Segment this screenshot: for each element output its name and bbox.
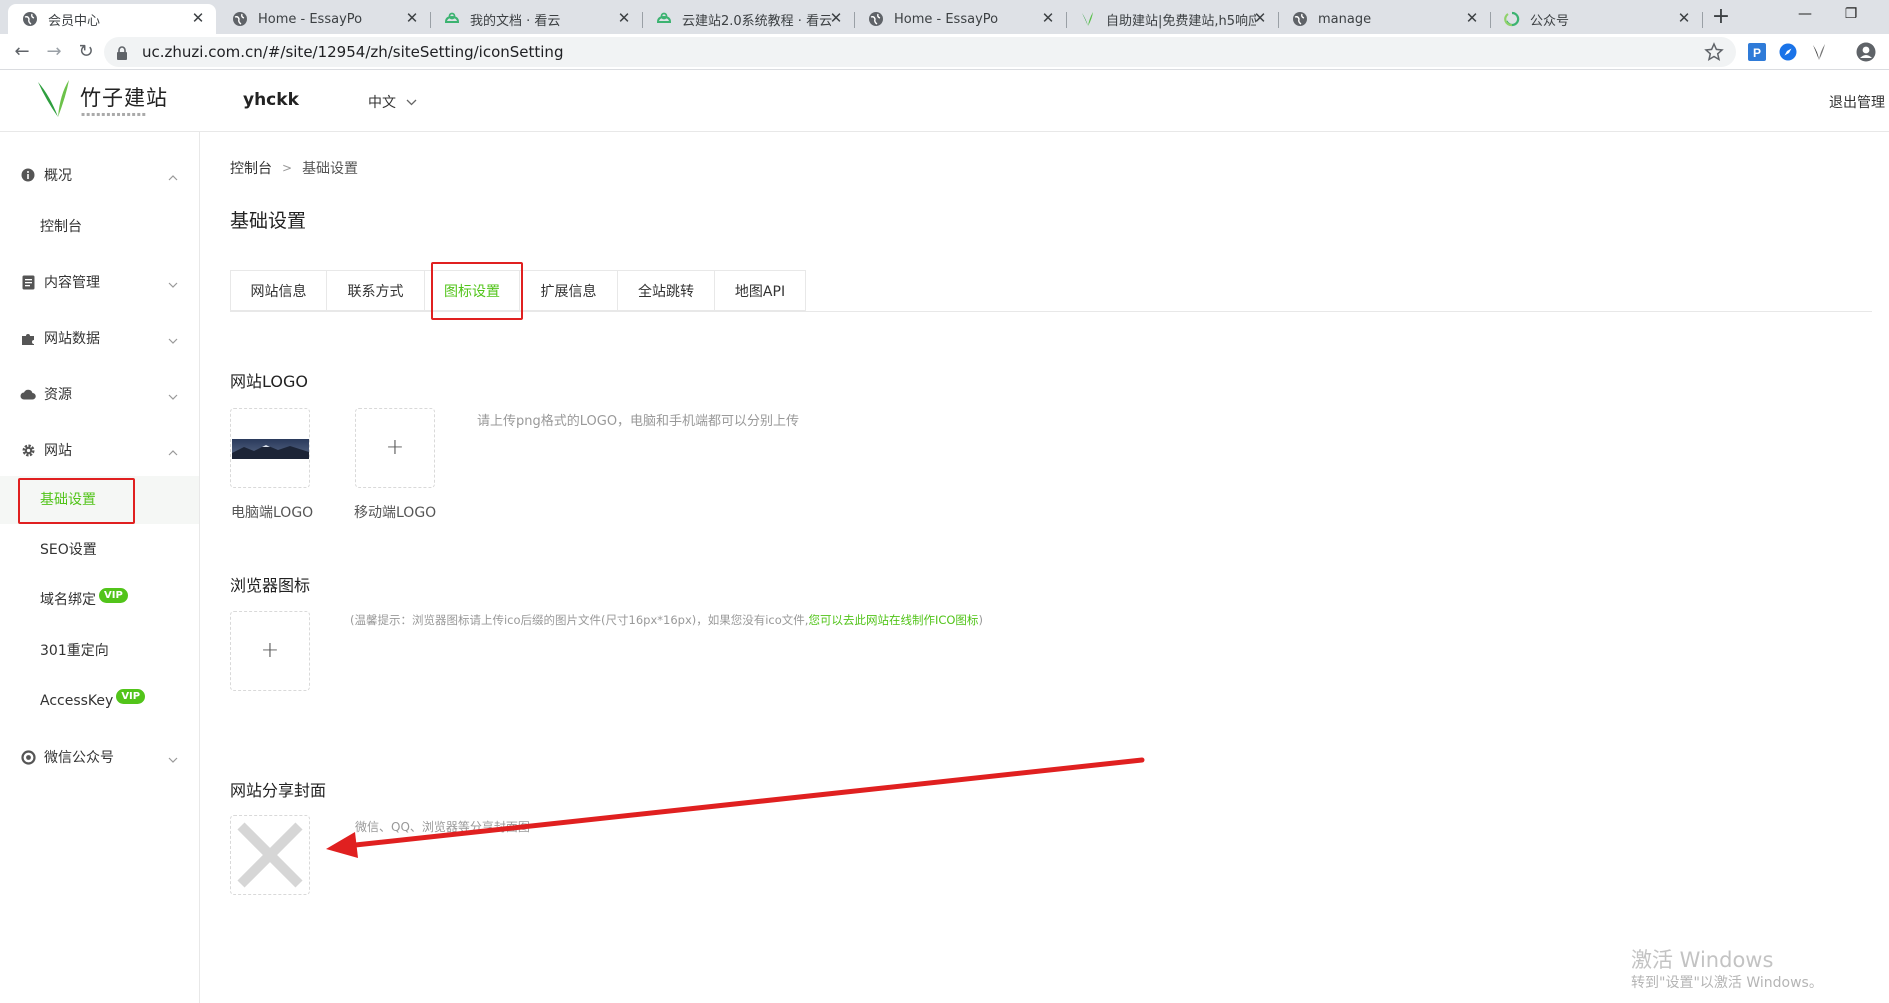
windows-activation-watermark-subtitle: 转到"设置"以激活 Windows。 — [1631, 975, 1823, 991]
annotation-arrow-icon — [326, 757, 1145, 858]
windows-activation-watermark-title: 激活 Windows — [1631, 948, 1774, 972]
